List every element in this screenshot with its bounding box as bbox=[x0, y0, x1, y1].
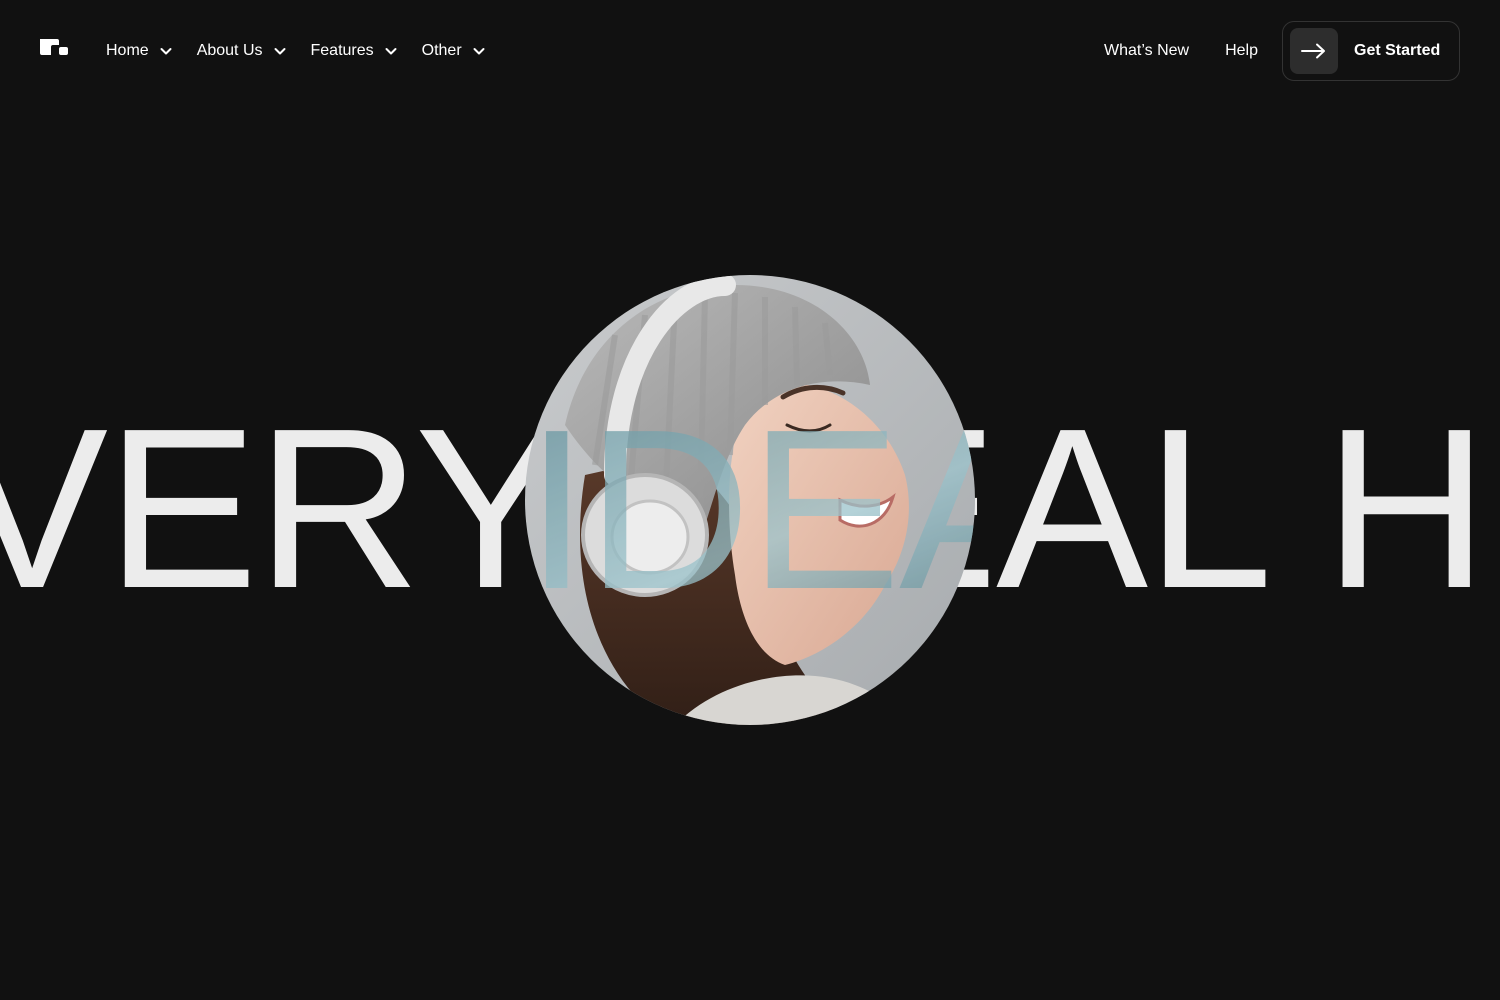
menu-item-label: Features bbox=[310, 42, 374, 59]
woman-with-headphones-illustration: IDEAL bbox=[525, 275, 975, 725]
chevron-down-icon bbox=[160, 48, 172, 55]
menu-item-label: Home bbox=[106, 42, 149, 59]
top-navigation: Home About Us Features Other What’s New … bbox=[0, 0, 1500, 100]
landing-page: Home About Us Features Other What’s New … bbox=[0, 0, 1500, 1000]
arrow-right-icon bbox=[1290, 28, 1338, 74]
chevron-down-icon bbox=[473, 48, 485, 55]
brand-blocks-icon[interactable] bbox=[40, 39, 68, 57]
hero-section: VERY IDEAL HIGH bbox=[0, 100, 1500, 1000]
get-started-label: Get Started bbox=[1354, 42, 1441, 59]
menu-item-label: Other bbox=[421, 42, 462, 59]
menu-item-home[interactable]: Home bbox=[106, 42, 173, 60]
menu-item-about-us[interactable]: About Us bbox=[197, 42, 287, 60]
chevron-down-icon bbox=[385, 48, 397, 55]
menu-item-label: About Us bbox=[196, 42, 263, 59]
menu-item-other[interactable]: Other bbox=[422, 42, 486, 60]
main-menu: Home About Us Features Other bbox=[106, 38, 510, 64]
overlay-letters: IDEAL bbox=[525, 383, 975, 637]
hero-portrait-image: IDEAL bbox=[525, 275, 975, 725]
get-started-button[interactable]: Get Started bbox=[1282, 21, 1460, 81]
secondary-menu: What’s New Help Get Started bbox=[1104, 21, 1460, 81]
menu-item-features[interactable]: Features bbox=[311, 42, 398, 60]
whats-new-link[interactable]: What’s New bbox=[1104, 42, 1189, 60]
help-link[interactable]: Help bbox=[1225, 42, 1258, 60]
chevron-down-icon bbox=[274, 48, 285, 55]
